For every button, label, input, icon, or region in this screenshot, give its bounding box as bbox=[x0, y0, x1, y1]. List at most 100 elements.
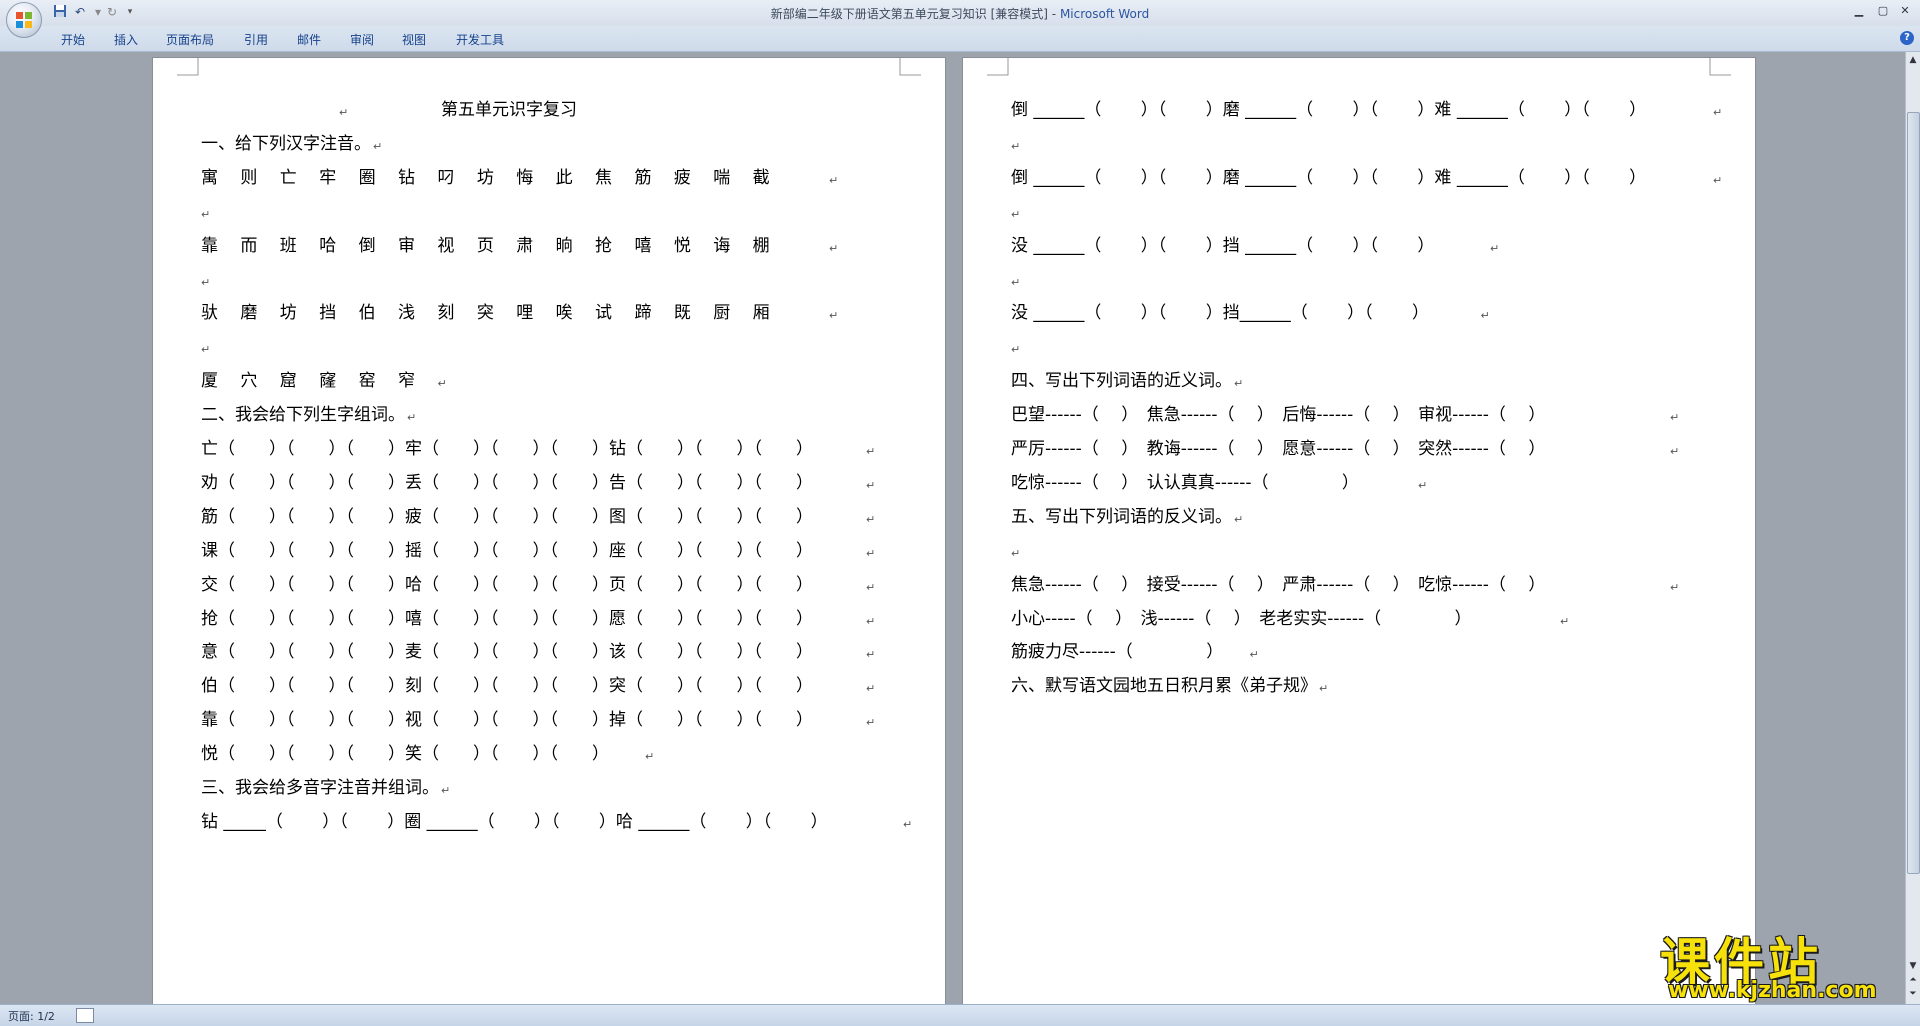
page2-text-line[interactable]: 筋疲力尽------（ ） bbox=[1011, 642, 1711, 662]
page1-text-line[interactable]: 伯（ ）（ ）（ ）刻（ ）（ ）（ ）突（ ）（ ）（ ） bbox=[201, 676, 901, 696]
page1-text-line[interactable]: 抢（ ）（ ）（ ）嘻（ ）（ ）（ ）愿（ ）（ ）（ ） bbox=[201, 609, 901, 629]
page1-text-line[interactable]: 一、给下列汉字注音。 bbox=[201, 134, 901, 154]
paragraph-mark-icon: ↵ bbox=[903, 817, 913, 831]
page2-text-line[interactable]: 严厉------（ ） 教诲------（ ） 愿意------（ ） 突然--… bbox=[1011, 439, 1711, 459]
paragraph-mark-icon: ↵ bbox=[201, 343, 211, 357]
paragraph-mark-icon: ↵ bbox=[1249, 648, 1259, 662]
page2-text-line[interactable]: 没 ______（ ）（ ）挡______（ ）（ ） bbox=[1011, 303, 1711, 323]
tab-home[interactable]: 开始 bbox=[61, 31, 85, 48]
paragraph-mark-icon: ↵ bbox=[829, 173, 839, 187]
paragraph-mark-icon: ↵ bbox=[829, 241, 839, 255]
page1-text-line[interactable]: 三、我会给多音字注音并组词。 bbox=[201, 778, 901, 798]
page1-text-line[interactable]: 二、我会给下列生字组词。 bbox=[201, 405, 901, 425]
paragraph-mark-icon: ↵ bbox=[866, 546, 876, 560]
next-page-icon[interactable]: ⏷ bbox=[1907, 988, 1919, 1000]
paragraph-mark-icon: ↵ bbox=[1319, 682, 1329, 696]
page-2[interactable]: 倒 ______（ ）（ ）磨 ______（ ）（ ）难 ______（ ）（… bbox=[962, 57, 1756, 1004]
close-icon[interactable]: ✕ bbox=[1894, 3, 1916, 19]
paragraph-mark-icon: ↵ bbox=[1713, 173, 1723, 187]
page1-text-line[interactable]: 悦（ ）（ ）（ ）笑（ ）（ ）（ ） bbox=[201, 744, 901, 764]
page-1[interactable]: 第五单元识字复习 ↵ 一、给下列汉字注音。 ↵ 寓 则 亡 牢 圈 钻 叼 坊 悔 此 … bbox=[152, 57, 946, 1004]
paragraph-mark-icon: ↵ bbox=[1418, 478, 1428, 492]
page2-text-line[interactable]: 巴望------（ ） 焦急------（ ） 后悔------（ ） 审视--… bbox=[1011, 405, 1711, 425]
tab-page-layout[interactable]: 页面布局 bbox=[166, 31, 214, 48]
scroll-down-icon[interactable]: ▼ bbox=[1907, 960, 1919, 972]
paragraph-mark-icon: ↵ bbox=[201, 275, 211, 289]
page-count[interactable]: 页面: 1/2 bbox=[8, 1008, 55, 1024]
paragraph-mark-icon: ↵ bbox=[1480, 309, 1490, 323]
paragraph-mark-icon: ↵ bbox=[1011, 207, 1021, 221]
page2-text-line[interactable]: 五、写出下列词语的反义词。 bbox=[1011, 507, 1711, 527]
paragraph-mark-icon: ↵ bbox=[866, 580, 876, 594]
paragraph-mark-icon: ↵ bbox=[1234, 512, 1244, 526]
page1-text-line[interactable]: 第五单元识字复习 bbox=[441, 100, 945, 120]
paragraph-mark-icon: ↵ bbox=[407, 411, 417, 425]
title-bar: ↶ ▾ ↻ ▾ 新部编二年级下册语文第五单元复习知识 [兼容模式] - Micr… bbox=[0, 0, 1920, 27]
tab-review[interactable]: 审阅 bbox=[350, 31, 374, 48]
paragraph-mark-icon: ↵ bbox=[437, 377, 447, 391]
crop-mark-icon bbox=[1709, 58, 1731, 76]
paragraph-mark-icon: ↵ bbox=[1011, 275, 1021, 289]
prev-page-icon[interactable]: ⏶ bbox=[1907, 974, 1919, 986]
help-icon[interactable]: ? bbox=[1900, 31, 1914, 45]
paragraph-mark-icon: ↵ bbox=[645, 750, 655, 764]
paragraph-mark-icon: ↵ bbox=[1670, 445, 1680, 458]
page2-text-line[interactable]: 焦急------（ ） 接受------（ ） 严肃------（ ） 吃惊--… bbox=[1011, 575, 1711, 595]
page1-text-line[interactable]: 意（ ）（ ）（ ）麦（ ）（ ）（ ）该（ ）（ ）（ ） bbox=[201, 642, 901, 662]
page1-text-line[interactable]: 钻 _____（ ）（ ）圈 ______（ ）（ ）哈 ______（ ）（ … bbox=[201, 812, 901, 832]
page1-text-line[interactable]: 亡（ ）（ ）（ ）牢（ ）（ ）（ ）钻（ ）（ ）（ ） bbox=[201, 439, 901, 459]
paragraph-mark-icon: ↵ bbox=[1490, 241, 1500, 255]
scroll-up-icon[interactable]: ▲ bbox=[1907, 54, 1919, 66]
tab-mailings[interactable]: 邮件 bbox=[297, 31, 321, 48]
paragraph-mark-icon: ↵ bbox=[1011, 546, 1021, 560]
paragraph-mark-icon: ↵ bbox=[1560, 614, 1570, 628]
paragraph-mark-icon: ↵ bbox=[1670, 411, 1680, 425]
paragraph-mark-icon: ↵ bbox=[866, 716, 876, 730]
paragraph-mark-icon: ↵ bbox=[1670, 580, 1680, 594]
page2-text-line[interactable]: 六、默写语文园地五日积月累《弟子规》 bbox=[1011, 676, 1711, 696]
paragraph-mark-icon: ↵ bbox=[866, 682, 876, 696]
scroll-thumb[interactable] bbox=[1907, 112, 1920, 874]
page2-text-line[interactable]: 倒 ______（ ）（ ）磨 ______（ ）（ ）难 ______（ ）（… bbox=[1011, 168, 1711, 188]
tab-references[interactable]: 引用 bbox=[244, 31, 268, 48]
paragraph-mark-icon: ↵ bbox=[1234, 377, 1244, 391]
ribbon-tabs: 开始 插入 页面布局 引用 邮件 审阅 视图 开发工具 ? bbox=[0, 26, 1920, 52]
page1-text-line[interactable]: 驮 磨 坊 挡 伯 浅 刻 突 哩 唉 试 蹄 既 厨 厢 bbox=[201, 303, 901, 323]
paragraph-mark-icon: ↵ bbox=[441, 784, 451, 797]
tab-insert[interactable]: 插入 bbox=[114, 31, 138, 48]
watermark-url: www.kjzhan.com bbox=[1668, 978, 1877, 1003]
vertical-scrollbar[interactable]: ▲ ▼ ⏶ ⏷ bbox=[1905, 52, 1920, 1004]
office-button[interactable] bbox=[6, 2, 42, 38]
crop-mark-icon bbox=[987, 58, 1009, 76]
maximize-icon[interactable]: ▢ bbox=[1872, 3, 1894, 19]
page2-text-line[interactable]: 倒 ______（ ）（ ）磨 ______（ ）（ ）难 ______（ ）（… bbox=[1011, 100, 1711, 120]
page2-text-line[interactable]: 没 ______（ ）（ ）挡 ______（ ）（ ） bbox=[1011, 236, 1711, 256]
document-workspace: 第五单元识字复习 ↵ 一、给下列汉字注音。 ↵ 寓 则 亡 牢 圈 钻 叼 坊 悔 此 … bbox=[0, 52, 1906, 1004]
paragraph-mark-icon: ↵ bbox=[1011, 139, 1021, 153]
paragraph-mark-icon: ↵ bbox=[866, 648, 876, 662]
page1-text-line[interactable]: 厦 穴 窟 窿 窑 窄 bbox=[201, 371, 901, 391]
paragraph-mark-icon: ↵ bbox=[866, 614, 876, 628]
crop-mark-icon bbox=[177, 58, 199, 76]
crop-mark-icon bbox=[899, 58, 921, 76]
page1-text-line[interactable]: 筋（ ）（ ）（ ）疲（ ）（ ）（ ）图（ ）（ ）（ ） bbox=[201, 507, 901, 527]
page1-text-line[interactable]: 交（ ）（ ）（ ）哈（ ）（ ）（ ）页（ ）（ ）（ ） bbox=[201, 575, 901, 595]
office-logo-icon bbox=[16, 12, 32, 28]
minimize-icon[interactable]: ▁ bbox=[1848, 3, 1870, 19]
page1-text-line[interactable]: 课（ ）（ ）（ ）摇（ ）（ ）（ ）座（ ）（ ）（ ） bbox=[201, 541, 901, 561]
window-title: 新部编二年级下册语文第五单元复习知识 [兼容模式] - Microsoft Wo… bbox=[770, 7, 1150, 21]
page1-text-line[interactable]: 劝（ ）（ ）（ ）丢（ ）（ ）（ ）告（ ）（ ）（ ） bbox=[201, 473, 901, 493]
page2-text-line[interactable]: 吃惊------（ ） 认认真真------（ ） bbox=[1011, 473, 1711, 493]
page1-text-line[interactable]: 靠 而 班 哈 倒 审 视 页 肃 晌 抢 嘻 悦 诲 棚 bbox=[201, 236, 901, 256]
paragraph-mark-icon: ↵ bbox=[829, 309, 839, 323]
page2-text-line[interactable]: 小心-----（ ） 浅------（ ） 老老实实------（ ） bbox=[1011, 609, 1711, 629]
tab-view[interactable]: 视图 bbox=[402, 31, 426, 48]
page1-text-line[interactable]: 靠（ ）（ ）（ ）视（ ）（ ）（ ）掉（ ）（ ）（ ） bbox=[201, 710, 901, 730]
proofing-icon[interactable] bbox=[76, 1008, 94, 1023]
page1-text-line[interactable]: 寓 则 亡 牢 圈 钻 叼 坊 悔 此 焦 筋 疲 喘 截 bbox=[201, 168, 901, 188]
paragraph-mark-icon: ↵ bbox=[866, 478, 876, 492]
tab-developer[interactable]: 开发工具 bbox=[456, 31, 504, 48]
page2-text-line[interactable]: 四、写出下列词语的近义词。 bbox=[1011, 371, 1711, 391]
paragraph-mark-icon: ↵ bbox=[1011, 343, 1021, 357]
paragraph-mark-icon: ↵ bbox=[339, 106, 349, 119]
